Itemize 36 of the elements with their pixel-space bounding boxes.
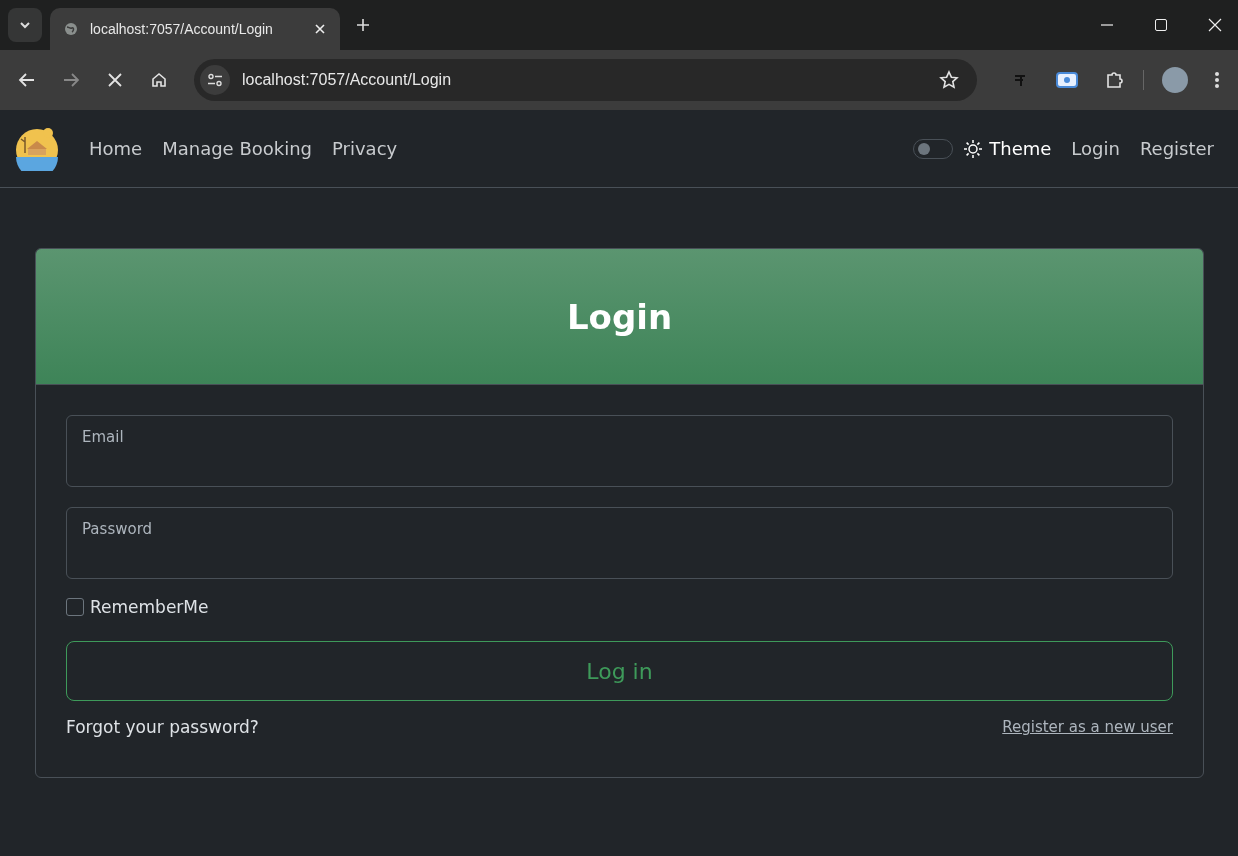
theme-label: Theme [989, 138, 1052, 159]
browser-tab[interactable]: localhost:7057/Account/Login [50, 8, 340, 50]
stop-icon[interactable] [106, 71, 124, 89]
remember-me-label: RememberMe [90, 597, 209, 617]
globe-icon [64, 22, 78, 36]
remember-me-checkbox[interactable] [66, 598, 84, 616]
card-title: Login [566, 296, 673, 337]
star-icon[interactable] [939, 70, 959, 90]
puzzle-piece-icon[interactable] [1105, 70, 1125, 90]
input-field[interactable]: Email [66, 415, 1173, 487]
beach-hut-logo-icon[interactable] [15, 126, 59, 171]
screen-record-icon[interactable] [1055, 71, 1079, 89]
nav-link[interactable]: Home [79, 138, 153, 159]
chevron-down-icon [19, 21, 31, 29]
nav-link[interactable]: Privacy [322, 138, 408, 159]
nav-link[interactable]: Login [1061, 138, 1130, 159]
menu-icon[interactable] [1214, 71, 1220, 89]
close-icon[interactable] [314, 23, 326, 35]
register-link[interactable]: Register as a new user [1002, 718, 1173, 736]
tab-search-button[interactable] [8, 8, 42, 42]
tab-title: localhost:7057/Account/Login [90, 21, 274, 37]
address-text: localhost:7057/Account/Login [242, 71, 453, 89]
sun-icon [963, 138, 984, 159]
address-bar[interactable]: localhost:7057/Account/Login [194, 59, 977, 101]
login-button[interactable]: Log in [66, 641, 1173, 701]
nav-link[interactable]: Register [1129, 138, 1224, 159]
forgot-password-link[interactable]: Forgot your password? [66, 717, 259, 737]
forward-arrow-icon[interactable] [62, 71, 80, 89]
home-icon[interactable] [150, 71, 168, 89]
new-tab-icon[interactable] [356, 18, 370, 32]
nav-link[interactable]: Manage Booking [152, 138, 322, 159]
profile-avatar[interactable] [1162, 67, 1188, 93]
back-arrow-icon[interactable] [18, 71, 36, 89]
input-field[interactable]: Password [66, 507, 1173, 579]
site-settings-icon[interactable] [200, 65, 230, 95]
theme-toggle-switch[interactable] [913, 138, 954, 159]
